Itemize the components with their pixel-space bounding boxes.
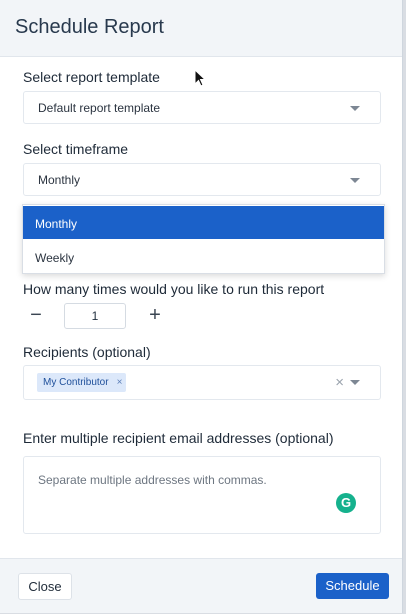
timeframe-option-weekly[interactable]: Weekly <box>23 240 384 273</box>
emails-textarea[interactable]: Separate multiple addresses with commas.… <box>23 456 381 534</box>
recipient-chip: My Contributor × <box>37 373 127 392</box>
modal-header: Schedule Report <box>0 0 402 57</box>
runs-count-input[interactable]: 1 <box>64 303 126 329</box>
timeframe-dropdown-menu: Monthly Weekly <box>22 204 385 274</box>
template-select[interactable]: Default report template <box>23 91 381 124</box>
mouse-cursor-icon <box>194 69 206 87</box>
close-button[interactable]: Close <box>18 573 72 600</box>
recipients-label: Recipients (optional) <box>23 344 151 360</box>
option-label: Weekly <box>35 251 75 265</box>
timeframe-select-value: Monthly <box>38 173 81 187</box>
modal-title: Schedule Report <box>15 16 164 38</box>
emails-label: Enter multiple recipient email addresses… <box>23 430 334 446</box>
timeframe-option-monthly[interactable]: Monthly <box>23 206 384 239</box>
emails-placeholder: Separate multiple addresses with commas. <box>38 473 267 487</box>
recipients-select[interactable]: My Contributor × × <box>23 365 381 400</box>
chevron-down-icon <box>350 178 360 183</box>
grammarly-icon[interactable]: G <box>336 493 356 513</box>
decrement-button[interactable]: − <box>26 304 46 327</box>
chip-remove-icon[interactable]: × <box>117 377 123 388</box>
recipient-chip-label: My Contributor <box>43 377 109 388</box>
increment-button[interactable]: + <box>145 304 165 327</box>
runs-label: How many times would you like to run thi… <box>23 281 325 297</box>
schedule-button[interactable]: Schedule <box>316 573 389 599</box>
template-label: Select report template <box>23 69 160 85</box>
chevron-down-icon <box>350 106 360 111</box>
clear-icon[interactable]: × <box>335 374 344 391</box>
timeframe-label: Select timeframe <box>23 141 129 157</box>
schedule-report-modal: Schedule Report Select report template D… <box>0 0 403 613</box>
modal-footer: Close Schedule <box>0 558 402 613</box>
option-label: Monthly <box>35 217 78 231</box>
chevron-down-icon[interactable] <box>350 380 360 385</box>
timeframe-select[interactable]: Monthly <box>23 163 381 196</box>
template-select-value: Default report template <box>38 101 161 115</box>
